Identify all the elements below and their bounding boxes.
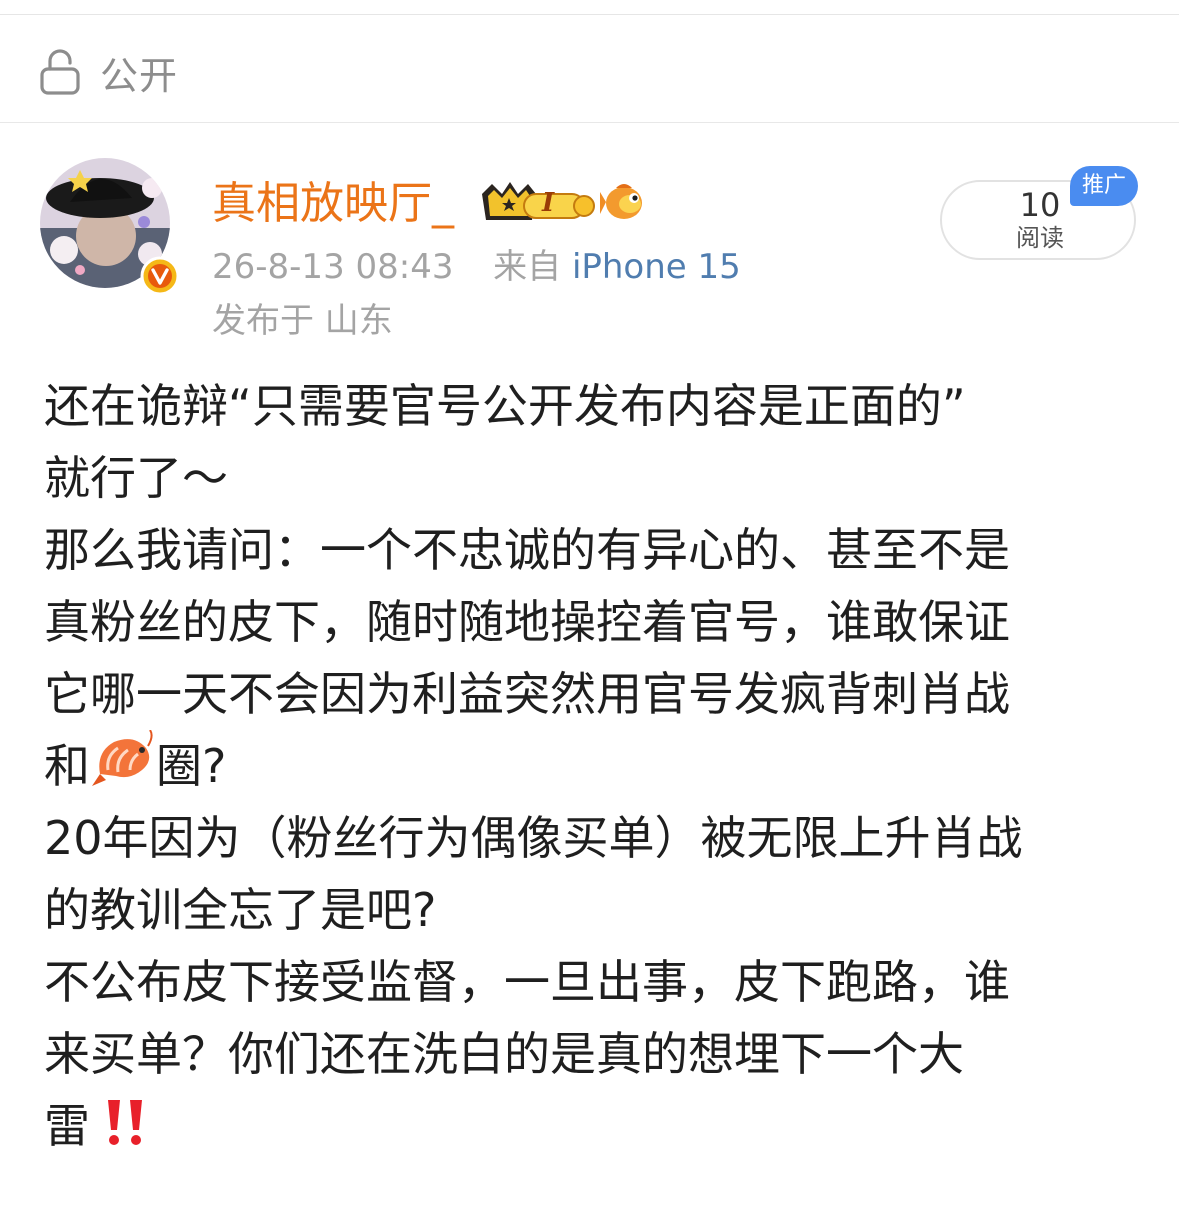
- source-prefix: 来自: [493, 247, 562, 287]
- section-divider: [0, 122, 1179, 123]
- source-device-link[interactable]: iPhone 15: [572, 247, 741, 287]
- double-exclamation-icon: [100, 1096, 152, 1148]
- visibility-label: 公开: [100, 53, 179, 98]
- post-line-text: 雷: [44, 1099, 90, 1153]
- author-name[interactable]: 真相放映厅_: [212, 176, 454, 232]
- post-meta: 26-8-13 08:43 来自 iPhone 15: [212, 246, 741, 288]
- read-label: 阅读: [1016, 224, 1064, 252]
- post-line: 不公布皮下接受监督，一旦出事，皮下跑路，谁: [44, 955, 1010, 1009]
- top-divider: [0, 14, 1179, 15]
- post-timestamp: 26-8-13 08:43: [212, 247, 454, 287]
- post-line: 来买单？你们还在洗白的是真的想埋下一个大: [44, 1027, 964, 1081]
- post-line: 20年因为（粉丝行为偶像买单）被无限上升肖战: [44, 811, 1023, 865]
- lock-open-icon: [40, 47, 80, 97]
- post-last-line: 雷: [44, 1090, 1144, 1162]
- post-line-with-emoji: 和 圈?: [44, 729, 1144, 802]
- goldfish-icon[interactable]: [600, 180, 648, 226]
- visibility-row[interactable]: 公开: [40, 44, 178, 100]
- crown-level-badge-icon[interactable]: I: [478, 180, 596, 228]
- post-line: 还在诡辩“只需要官号公开发布内容是正面的”: [44, 379, 966, 433]
- verified-v-badge-icon: [140, 256, 180, 296]
- shrimp-icon: [90, 729, 156, 792]
- post-body: 还在诡辩“只需要官号公开发布内容是正面的” 就行了～ 那么我请问：一个不忠诚的有…: [44, 370, 1144, 1162]
- post-line: 那么我请问：一个不忠诚的有异心的、甚至不是: [44, 523, 1010, 577]
- crown-level-text: I: [542, 188, 555, 218]
- post-line: 真粉丝的皮下，随时随地操控着官号，谁敢保证: [44, 595, 1010, 649]
- post-line-text: 圈?: [156, 739, 227, 793]
- post-line-text: 和: [44, 739, 90, 793]
- post-line: 就行了～: [44, 451, 228, 505]
- promo-tag[interactable]: 推广: [1070, 166, 1138, 206]
- post-line: 的教训全忘了是吧?: [44, 883, 437, 937]
- post-location: 发布于 山东: [212, 301, 393, 341]
- post-line: 它哪一天不会因为利益突然用官号发疯背刺肖战: [44, 667, 1010, 721]
- avatar-container[interactable]: [36, 150, 180, 298]
